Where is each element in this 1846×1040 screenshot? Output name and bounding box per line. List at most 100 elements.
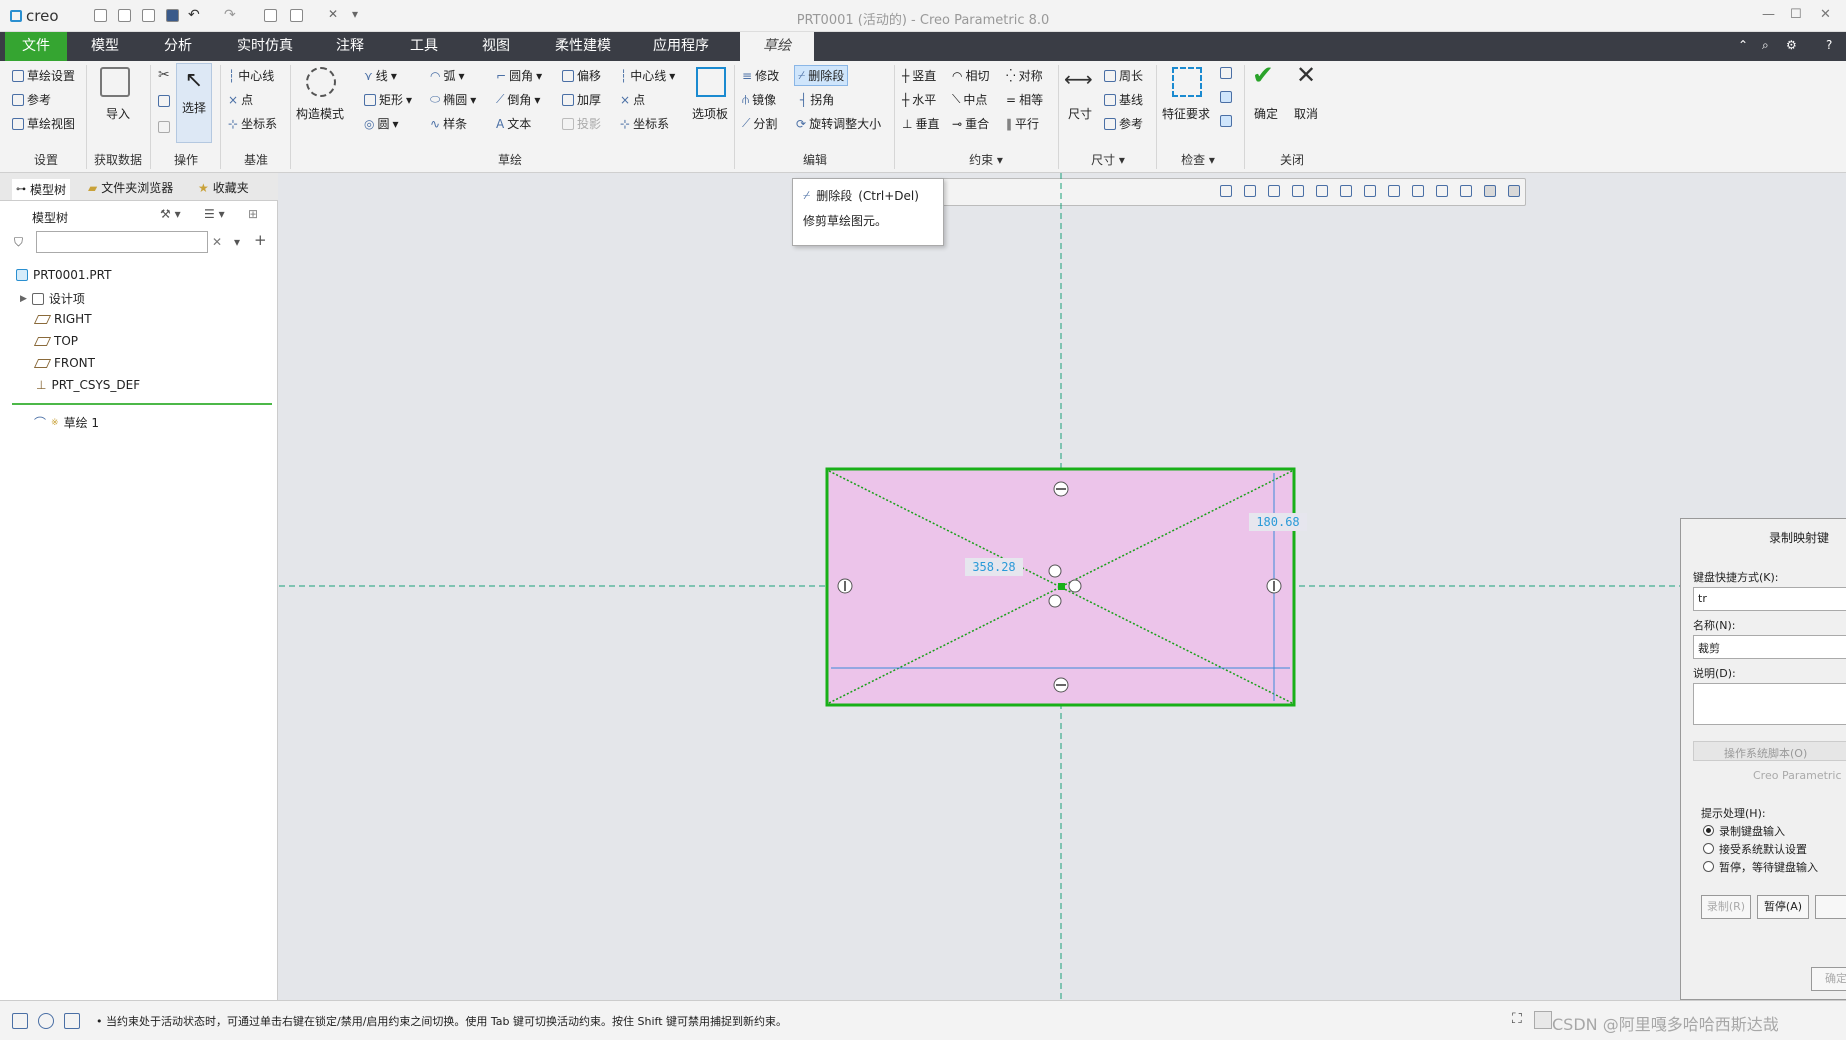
overlapping-geometry-icon[interactable] [1220, 115, 1232, 127]
corner-button[interactable]: ┤ 拐角 [800, 91, 834, 108]
divide-button[interactable]: ⟋ 分割 [742, 115, 777, 132]
maximize-icon[interactable]: ☐ [1790, 7, 1802, 22]
insert-indicator[interactable] [12, 403, 272, 405]
collapse-ribbon-icon[interactable]: ⌃ [1738, 38, 1748, 52]
select-button[interactable]: ↖ 选择 [176, 63, 212, 143]
height-dimension-value[interactable]: 180.68 [1249, 513, 1307, 531]
coincident-constraint[interactable]: ⊸ 重合 [952, 115, 989, 132]
tangent-constraint[interactable]: ◠ 相切 [952, 67, 990, 84]
center-point[interactable] [1058, 583, 1065, 590]
thicken-button[interactable]: 加厚 [562, 91, 601, 108]
tab-view[interactable]: 视图 [468, 32, 524, 61]
name-input[interactable]: 裁剪 [1693, 635, 1846, 659]
tab-flexible-modeling[interactable]: 柔性建模 [546, 32, 620, 61]
highlight-open-ends-icon[interactable] [1220, 91, 1232, 103]
ok-button[interactable]: 确定 [1254, 105, 1278, 122]
perpendicular-constraint[interactable]: ⊥ 垂直 [902, 115, 939, 132]
reference-dim-button[interactable]: 参考 [1104, 115, 1143, 132]
os-script-tab[interactable]: 操作系统脚本(O) [1693, 741, 1846, 761]
add-filter-icon[interactable]: + [254, 231, 267, 249]
references-button[interactable]: 参考 [12, 91, 51, 108]
line-button[interactable]: ⋎ 线 ▾ [364, 67, 397, 84]
tree-item-front[interactable]: FRONT [33, 356, 95, 370]
tree-search-input[interactable] [36, 231, 208, 253]
full-screen-icon[interactable] [64, 1013, 80, 1029]
graphics-canvas[interactable]: 358.28 180.68 [279, 173, 1846, 1000]
pause-button[interactable]: 暂停(A) [1757, 895, 1809, 919]
import-button[interactable]: 导入 [106, 105, 130, 122]
search-icon[interactable]: ⌕ [1762, 38, 1769, 53]
coincident-constraint-bottom[interactable] [1048, 594, 1062, 608]
minimize-icon[interactable]: — [1762, 7, 1775, 22]
tab-sketch[interactable]: 草绘 [740, 32, 814, 61]
sketch-csys-button[interactable]: ⊹ 坐标系 [620, 115, 669, 132]
cancel-button[interactable]: 取消 [1294, 105, 1318, 122]
option-pause-keyboard[interactable]: 暂停，等待键盘输入 [1703, 859, 1818, 875]
circle-button[interactable]: ◎ 圆 ▾ [364, 115, 399, 132]
toggle-navigator-icon[interactable] [12, 1013, 28, 1029]
tree-tools-icon[interactable]: ⚒ ▾ [160, 207, 181, 221]
dialog-ok-button[interactable]: 确定 [1811, 967, 1846, 991]
sketch-view-button[interactable]: 草绘视图 [12, 115, 75, 132]
dialog-extra-button[interactable] [1815, 895, 1846, 919]
project-button[interactable]: 投影 [562, 115, 601, 132]
shortcut-input[interactable]: tr [1693, 587, 1846, 611]
option-record-keyboard[interactable]: 录制键盘输入 [1703, 823, 1785, 839]
datum-point-button[interactable]: × 点 [228, 91, 253, 108]
selection-filter-dropdown[interactable] [1534, 1011, 1552, 1029]
midpoint-constraint[interactable]: ⟍ 中点 [952, 91, 987, 108]
tab-applications[interactable]: 应用程序 [644, 32, 718, 61]
description-input[interactable] [1693, 683, 1846, 725]
baseline-button[interactable]: 基线 [1104, 91, 1143, 108]
dimension-button[interactable]: 尺寸 [1068, 105, 1092, 122]
copy-icon[interactable] [158, 95, 170, 107]
tree-item-part[interactable]: PRT0001.PRT [16, 268, 111, 282]
tab-folder-browser[interactable]: ▰ 文件夹浏览器 [88, 179, 173, 196]
group-constraints[interactable]: 约束 ▾ [956, 151, 1016, 168]
tree-item-right[interactable]: RIGHT [33, 312, 92, 326]
coincident-constraint-top[interactable] [1048, 564, 1062, 578]
feature-requirements-button[interactable]: 特征要求 [1162, 105, 1210, 122]
parallel-constraint[interactable]: ∥ 平行 [1006, 115, 1039, 132]
vertical-constraint[interactable]: ┼ 竖直 [902, 67, 936, 84]
tab-file[interactable]: 文件 [5, 32, 67, 61]
tree-item-design-items[interactable]: ▶ 设计项 [20, 290, 85, 307]
width-dimension-value[interactable]: 358.28 [965, 558, 1023, 576]
mirror-button[interactable]: ⫛ 镜像 [742, 91, 776, 108]
option-accept-defaults[interactable]: 接受系统默认设置 [1703, 841, 1807, 857]
settings-icon[interactable]: ⚙ [1786, 38, 1797, 52]
text-button[interactable]: A 文本 [496, 115, 531, 132]
perimeter-button[interactable]: 周长 [1104, 67, 1143, 84]
tab-simulation[interactable]: 实时仿真 [228, 32, 302, 61]
close-icon[interactable]: ✕ [1820, 7, 1831, 22]
fillet-button[interactable]: ⌐ 圆角 ▾ [496, 67, 542, 84]
sketch-point-button[interactable]: × 点 [620, 91, 645, 108]
tab-model[interactable]: 模型 [77, 32, 133, 61]
sketch-centerline-button[interactable]: ┆ 中心线 ▾ [620, 67, 675, 84]
clear-search-icon[interactable]: ✕ [212, 235, 222, 249]
offset-button[interactable]: 偏移 [562, 67, 601, 84]
symmetric-constraint[interactable]: ⁛ 对称 [1006, 67, 1043, 84]
record-button[interactable]: 录制(R) [1701, 895, 1751, 919]
creo-tab[interactable]: Creo Parametric [1753, 769, 1842, 782]
horizontal-constraint[interactable]: ┼ 水平 [902, 91, 936, 108]
tab-annotate[interactable]: 注释 [322, 32, 378, 61]
tree-columns-icon[interactable]: ⊞ [248, 207, 258, 221]
filter-icon[interactable]: ⛉ [14, 235, 23, 250]
datum-centerline-button[interactable]: ┆ 中心线 [228, 67, 274, 84]
construction-mode-button[interactable]: 构造模式 [296, 105, 344, 122]
equal-constraint[interactable]: = 相等 [1006, 91, 1043, 108]
help-icon[interactable]: ? [1826, 38, 1832, 52]
group-setup[interactable]: 设置 [14, 151, 78, 168]
palette-button[interactable]: 选项板 [692, 105, 728, 122]
datum-csys-button[interactable]: ⊹ 坐标系 [228, 115, 277, 132]
delete-segment-button[interactable]: ⌿ 删除段 [794, 65, 849, 86]
tab-tools[interactable]: 工具 [396, 32, 452, 61]
tab-model-tree[interactable]: ⊶ 模型树 [12, 179, 71, 200]
ellipse-button[interactable]: ⬭ 椭圆 ▾ [430, 91, 476, 108]
rectangle-button[interactable]: 矩形 ▾ [364, 91, 412, 108]
tree-item-top[interactable]: TOP [33, 334, 78, 348]
tree-item-csys[interactable]: ⊥ PRT_CSYS_DEF [36, 378, 140, 392]
group-inspect[interactable]: 检查 ▾ [1170, 151, 1226, 168]
tab-analysis[interactable]: 分析 [150, 32, 206, 61]
